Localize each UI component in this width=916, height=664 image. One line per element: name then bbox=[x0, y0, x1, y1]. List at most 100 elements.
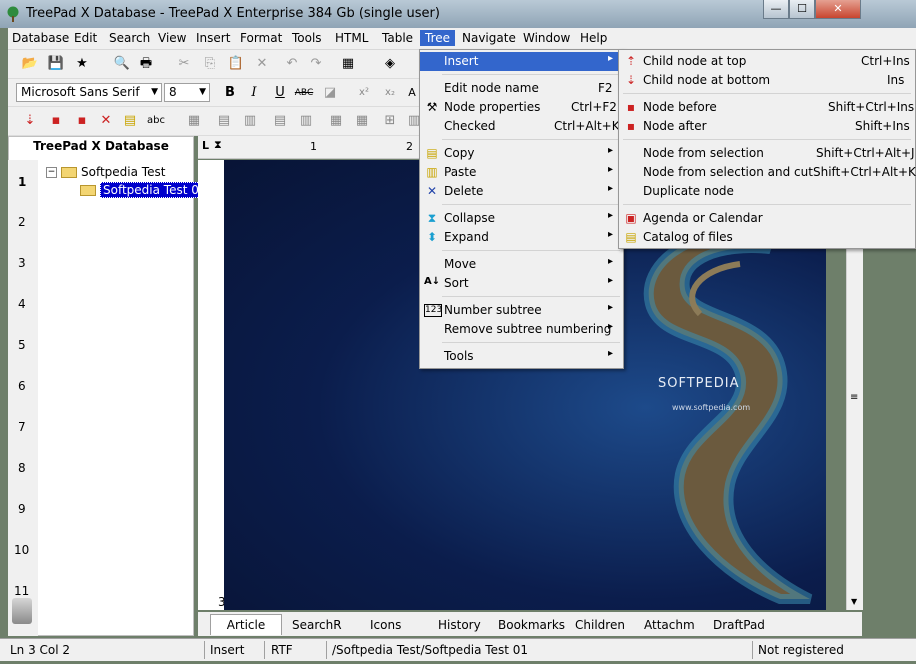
submenu-node-from-selection[interactable]: Node from selection Shift+Ctrl+Alt+J bbox=[619, 144, 915, 163]
paste-icon[interactable]: 📋 bbox=[226, 55, 246, 73]
menu-insert[interactable]: Insert bbox=[196, 31, 230, 45]
menu-item-insert[interactable]: Insert ▸ bbox=[420, 52, 623, 71]
delete-icon[interactable]: ✕ bbox=[252, 55, 272, 73]
font-name-select[interactable]: Microsoft Sans Serif ▼ bbox=[16, 83, 162, 102]
menu-edit[interactable]: Edit bbox=[74, 31, 97, 45]
menu-window[interactable]: Window bbox=[523, 31, 570, 45]
menu-item-sort[interactable]: A↓ Sort ▸ bbox=[420, 274, 623, 293]
font-size-select[interactable]: 8 ▼ bbox=[164, 83, 210, 102]
menu-item-paste[interactable]: ▥ Paste ▸ bbox=[420, 163, 623, 182]
trash-icon[interactable] bbox=[12, 598, 32, 624]
submenu-node-before[interactable]: ▪ Node before Shift+Ctrl+Ins bbox=[619, 98, 915, 117]
menu-item-delete[interactable]: ✕ Delete ▸ bbox=[420, 182, 623, 201]
status-divider bbox=[204, 641, 205, 659]
tree-node-root[interactable]: − Softpedia Test bbox=[46, 165, 165, 179]
menu-tools[interactable]: Tools bbox=[292, 31, 322, 45]
collapse-toggle-icon[interactable]: − bbox=[46, 167, 57, 178]
italic-icon[interactable]: I bbox=[244, 84, 264, 102]
menu-item-tools[interactable]: Tools ▸ bbox=[420, 347, 623, 366]
spellcheck-icon[interactable]: abc bbox=[146, 112, 166, 130]
print-preview-icon[interactable]: 🔍 bbox=[112, 55, 132, 73]
menu-view[interactable]: View bbox=[158, 31, 186, 45]
submenu-duplicate-node[interactable]: Duplicate node bbox=[619, 182, 915, 201]
cut-icon[interactable]: ✂ bbox=[174, 55, 194, 73]
bold-icon[interactable]: B bbox=[220, 84, 240, 102]
tab-icons[interactable]: Icons bbox=[370, 618, 401, 632]
sort-icon: A↓ bbox=[424, 276, 441, 287]
scroll-thumb-grip-icon[interactable]: ≡ bbox=[850, 392, 858, 403]
tab-draftpad[interactable]: DraftPad bbox=[713, 618, 765, 632]
menu-search[interactable]: Search bbox=[109, 31, 150, 45]
print-icon[interactable]: 🖶 bbox=[136, 55, 156, 73]
submenu-node-from-selection-cut[interactable]: Node from selection and cut Shift+Ctrl+A… bbox=[619, 163, 916, 182]
menu-item-shortcut: Ctrl+F2 bbox=[571, 100, 617, 114]
submenu-agenda-calendar[interactable]: ▣ Agenda or Calendar bbox=[619, 209, 915, 228]
table-delete-col-icon[interactable]: ▥ bbox=[296, 112, 316, 130]
menu-format[interactable]: Format bbox=[240, 31, 282, 45]
menu-item-copy[interactable]: ▤ Copy ▸ bbox=[420, 144, 623, 163]
submenu-catalog-files[interactable]: ▤ Catalog of files bbox=[619, 228, 915, 247]
calendar-icon[interactable]: ▦ bbox=[338, 55, 358, 73]
tree-view[interactable]: − Softpedia Test Softpedia Test 01 bbox=[40, 158, 210, 634]
submenu-node-after[interactable]: ▪ Node after Shift+Ins bbox=[619, 117, 915, 136]
line-number: 9 bbox=[18, 502, 26, 516]
scroll-down-icon[interactable]: ▼ bbox=[851, 597, 857, 606]
menu-item-expand[interactable]: ⬍ Expand ▸ bbox=[420, 228, 623, 247]
title-bar[interactable]: TreePad X Database - TreePad X Enterpris… bbox=[0, 0, 916, 28]
tab-history[interactable]: History bbox=[438, 618, 481, 632]
copy-node-icon[interactable]: ▤ bbox=[120, 112, 140, 130]
indent-marker-icon[interactable]: ⧗ bbox=[214, 138, 222, 152]
underline-icon[interactable]: U bbox=[270, 84, 290, 102]
submenu-child-bottom[interactable]: ⇣ Child node at bottom Ins bbox=[619, 71, 915, 90]
status-divider bbox=[326, 641, 327, 659]
save-icon[interactable]: 💾 bbox=[46, 55, 66, 73]
copy-icon[interactable]: ⎘ bbox=[200, 55, 220, 73]
strikethrough-icon[interactable]: ABC bbox=[294, 84, 314, 102]
close-button[interactable]: ✕ bbox=[815, 0, 861, 19]
tab-searchr[interactable]: SearchR bbox=[292, 618, 342, 632]
table-insert-row-icon[interactable]: ▤ bbox=[214, 112, 234, 130]
menu-tree[interactable]: Tree bbox=[420, 30, 456, 46]
open-icon[interactable]: 📂 bbox=[20, 55, 40, 73]
menu-item-checked[interactable]: Checked Ctrl+Alt+K bbox=[420, 117, 623, 136]
table-icon[interactable]: ▦ bbox=[184, 112, 204, 130]
tab-children[interactable]: Children bbox=[575, 618, 625, 632]
insert-after-icon[interactable]: ▪ bbox=[72, 112, 92, 130]
insert-child-icon[interactable]: ⇣ bbox=[20, 112, 40, 130]
tab-bookmarks[interactable]: Bookmarks bbox=[498, 618, 565, 632]
menu-table[interactable]: Table bbox=[382, 31, 413, 45]
table-insert-col-icon[interactable]: ▥ bbox=[240, 112, 260, 130]
table-split-icon[interactable]: ▦ bbox=[352, 112, 372, 130]
favorites-icon[interactable]: ★ bbox=[72, 55, 92, 73]
menu-item-edit-node-name[interactable]: Edit node name F2 bbox=[420, 79, 623, 98]
menu-item-node-properties[interactable]: ⚒ Node properties Ctrl+F2 bbox=[420, 98, 623, 117]
menu-html[interactable]: HTML bbox=[335, 31, 368, 45]
delete-node-icon[interactable]: ✕ bbox=[96, 112, 116, 130]
highlight-icon[interactable]: ◪ bbox=[320, 84, 340, 102]
minimize-button[interactable]: — bbox=[763, 0, 789, 19]
tools-icon: ⚒ bbox=[426, 100, 438, 114]
menu-item-remove-numbering[interactable]: Remove subtree numbering ▸ bbox=[420, 320, 623, 339]
menu-item-collapse[interactable]: ⧗ Collapse ▸ bbox=[420, 209, 623, 228]
menu-database[interactable]: Database bbox=[12, 31, 69, 45]
tree-node-child[interactable]: Softpedia Test 01 bbox=[80, 182, 210, 198]
superscript-icon[interactable]: x² bbox=[354, 84, 374, 102]
menu-item-move[interactable]: Move ▸ bbox=[420, 255, 623, 274]
menu-navigate[interactable]: Navigate bbox=[462, 31, 516, 45]
submenu-arrow-icon: ▸ bbox=[608, 256, 614, 267]
subscript-icon[interactable]: x₂ bbox=[380, 84, 400, 102]
menu-item-number-subtree[interactable]: 123 Number subtree ▸ bbox=[420, 301, 623, 320]
table-props-icon[interactable]: ⊞ bbox=[380, 112, 400, 130]
menu-help[interactable]: Help bbox=[580, 31, 607, 45]
table-merge-icon[interactable]: ▦ bbox=[326, 112, 346, 130]
plugin-icon[interactable]: ◈ bbox=[380, 55, 400, 73]
table-delete-row-icon[interactable]: ▤ bbox=[270, 112, 290, 130]
maximize-button[interactable]: ☐ bbox=[789, 0, 815, 19]
tab-attachments[interactable]: Attachm bbox=[644, 618, 695, 632]
insert-before-icon[interactable]: ▪ bbox=[46, 112, 66, 130]
tab-stop-icon[interactable]: L bbox=[202, 139, 209, 152]
undo-icon[interactable]: ↶ bbox=[282, 55, 302, 73]
redo-icon[interactable]: ↷ bbox=[306, 55, 326, 73]
submenu-child-top[interactable]: ⇡ Child node at top Ctrl+Ins bbox=[619, 52, 915, 71]
tab-article[interactable]: Article bbox=[210, 614, 282, 635]
